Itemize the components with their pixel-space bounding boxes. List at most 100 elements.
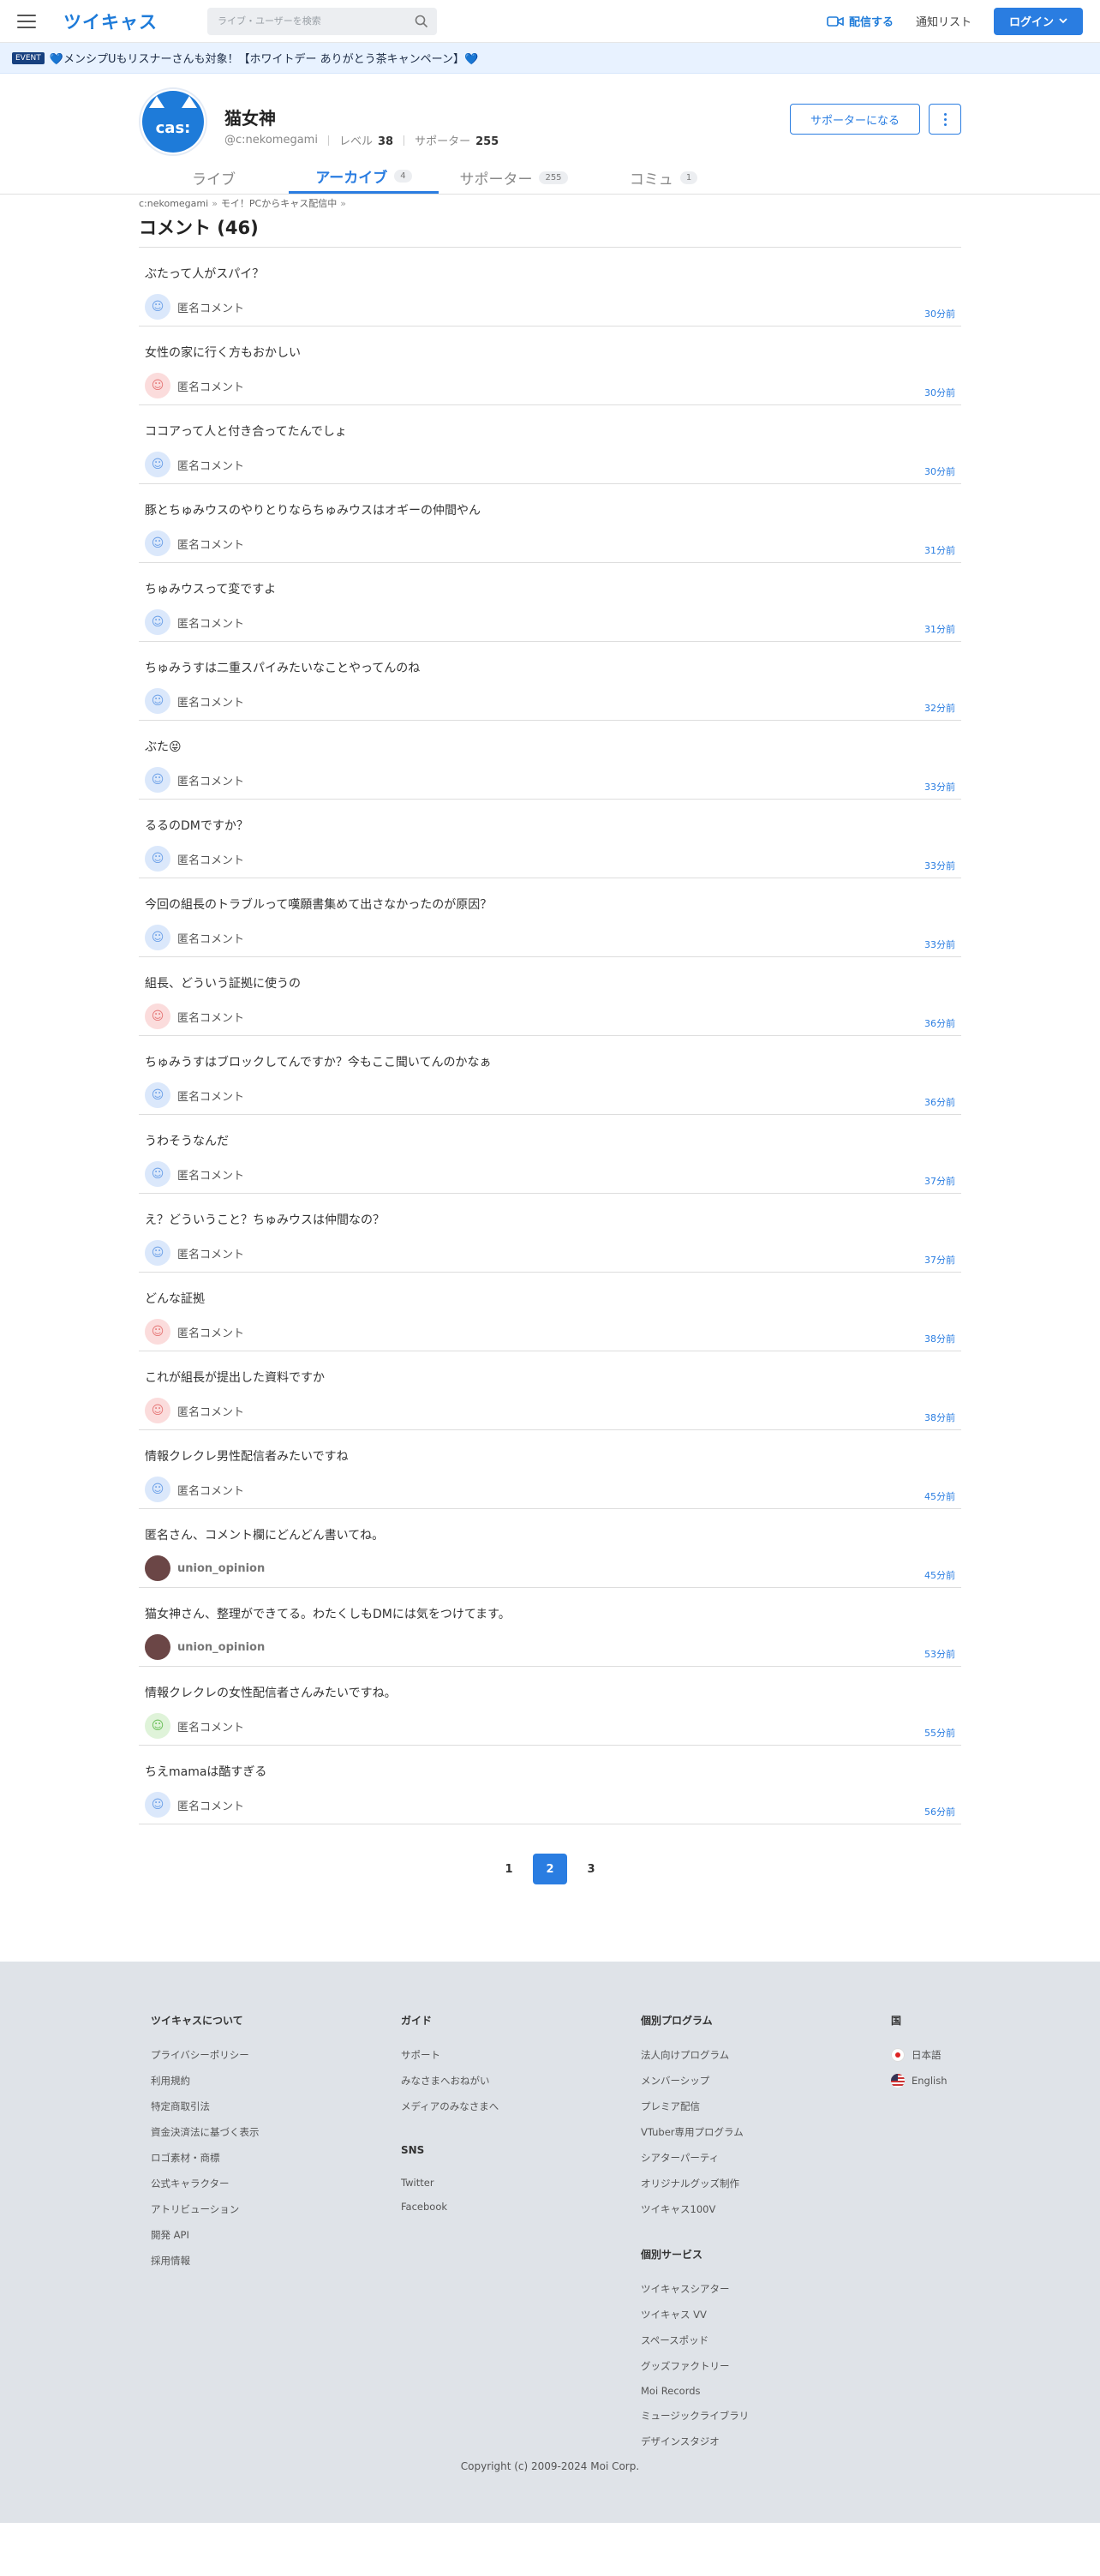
footer-heading: 国 xyxy=(891,2015,902,2027)
language-japanese[interactable]: 日本語 xyxy=(891,2048,948,2062)
comment-time[interactable]: 36分前 xyxy=(924,1016,955,1030)
footer-link[interactable]: メンバーシップ xyxy=(641,2074,749,2088)
comment-user[interactable]: ☺ 匿名コメント xyxy=(145,1003,244,1029)
footer-link[interactable]: サポート xyxy=(401,2048,499,2062)
footer-link[interactable]: プライバシーポリシー xyxy=(151,2048,260,2062)
comment-user[interactable]: ☺ 匿名コメント xyxy=(145,373,244,398)
broadcast-button[interactable]: 配信する xyxy=(827,13,894,29)
tab-live[interactable]: ライブ xyxy=(139,161,289,194)
comment-time[interactable]: 38分前 xyxy=(924,1332,955,1345)
page-3-button[interactable]: 3 xyxy=(574,1854,608,1884)
comment-user[interactable]: ☺ 匿名コメント xyxy=(145,609,244,635)
comment-username: 匿名コメント xyxy=(177,617,245,631)
more-options-icon[interactable] xyxy=(929,104,961,135)
footer-link[interactable]: ミュージックライブラリ xyxy=(641,2409,749,2423)
comment-user[interactable]: ☺ 匿名コメント xyxy=(145,1240,244,1266)
footer-link[interactable]: 資金決済法に基づく表示 xyxy=(151,2125,260,2139)
breadcrumb-movie[interactable]: モイ！PCからキャス配信中 xyxy=(221,196,337,210)
comment-time[interactable]: 36分前 xyxy=(924,1095,955,1109)
tab-supporters[interactable]: サポーター 255 xyxy=(439,161,589,194)
footer-link[interactable]: 採用情報 xyxy=(151,2254,260,2267)
login-button[interactable]: ログイン xyxy=(994,7,1083,35)
comment-time[interactable]: 45分前 xyxy=(924,1489,955,1503)
tab-archive[interactable]: アーカイブ 4 xyxy=(289,161,439,194)
comment-user[interactable]: ☺ 匿名コメント xyxy=(145,1319,244,1345)
comment-time[interactable]: 31分前 xyxy=(924,622,955,636)
footer-link[interactable]: オリジナルグッズ制作 xyxy=(641,2177,749,2190)
footer-link[interactable]: ツイキャスシアター xyxy=(641,2282,749,2296)
comment-time[interactable]: 33分前 xyxy=(924,780,955,794)
footer-link[interactable]: Twitter xyxy=(401,2177,499,2189)
comment-user[interactable]: ☺ 匿名コメント xyxy=(145,1477,244,1502)
tab-community[interactable]: コミュ 1 xyxy=(589,161,738,194)
footer-link[interactable]: ロゴ素材・商標 xyxy=(151,2151,260,2165)
comment-user[interactable]: ☺ 匿名コメント xyxy=(145,1713,244,1739)
comment-user[interactable]: ☺ 匿名コメント xyxy=(145,1161,244,1187)
comment-user[interactable]: ☺ 匿名コメント xyxy=(145,925,244,950)
comment-user[interactable]: ☺ 匿名コメント xyxy=(145,1398,244,1423)
comment-time[interactable]: 32分前 xyxy=(924,701,955,715)
footer-link[interactable]: アトリビューション xyxy=(151,2202,260,2216)
event-banner[interactable]: EVENT 💙メンシプUもリスナーさんも対象！【ホワイトデー ありがとう茶キャン… xyxy=(0,43,1100,74)
footer-link[interactable]: VTuber専用プログラム xyxy=(641,2125,749,2139)
footer-link[interactable]: スペースポッド xyxy=(641,2333,749,2347)
comment-time[interactable]: 37分前 xyxy=(924,1174,955,1188)
comment-user[interactable]: ☺ 匿名コメント xyxy=(145,452,244,477)
footer-link[interactable]: デザインスタジオ xyxy=(641,2435,749,2448)
anonymous-avatar-icon: ☺ xyxy=(145,530,170,556)
footer-link[interactable]: メディアのみなさまへ xyxy=(401,2100,499,2113)
avatar[interactable]: cas: xyxy=(139,87,207,156)
page-1-button[interactable]: 1 xyxy=(492,1854,526,1884)
footer-link[interactable]: グッズファクトリー xyxy=(641,2359,749,2373)
comment-time[interactable]: 37分前 xyxy=(924,1253,955,1267)
comment-user[interactable]: union_opinion xyxy=(145,1555,265,1581)
footer-link[interactable]: 法人向けプログラム xyxy=(641,2048,749,2062)
footer-link[interactable]: 公式キャラクター xyxy=(151,2177,260,2190)
comment-time[interactable]: 30分前 xyxy=(924,386,955,399)
comment-user[interactable]: ☺ 匿名コメント xyxy=(145,846,244,872)
comment-item: どんな証拠 ☺ 匿名コメント 38分前 xyxy=(139,1273,961,1351)
comment-item: ちゅみうすはブロックしてんですか？今もここ聞いてんのかなぁ ☺ 匿名コメント 3… xyxy=(139,1036,961,1115)
footer-link[interactable]: 特定商取引法 xyxy=(151,2100,260,2113)
notification-list-link[interactable]: 通知リスト xyxy=(916,13,971,29)
comment-user[interactable]: ☺ 匿名コメント xyxy=(145,688,244,714)
comment-user[interactable]: ☺ 匿名コメント xyxy=(145,1792,244,1818)
comment-user[interactable]: union_opinion xyxy=(145,1634,265,1660)
footer-link[interactable]: みなさまへおねがい xyxy=(401,2074,499,2088)
comment-user[interactable]: ☺ 匿名コメント xyxy=(145,294,244,320)
footer-link[interactable]: ツイキャス100V xyxy=(641,2202,749,2216)
anonymous-avatar-icon: ☺ xyxy=(145,1398,170,1423)
comment-time[interactable]: 31分前 xyxy=(924,543,955,557)
breadcrumb-user[interactable]: c:nekomegami xyxy=(139,198,208,209)
comment-time[interactable]: 30分前 xyxy=(924,464,955,478)
page-2-button[interactable]: 2 xyxy=(533,1854,567,1884)
comment-user[interactable]: ☺ 匿名コメント xyxy=(145,767,244,793)
comment-time[interactable]: 33分前 xyxy=(924,859,955,872)
anonymous-avatar-icon: ☺ xyxy=(145,846,170,872)
comment-time[interactable]: 38分前 xyxy=(924,1411,955,1424)
footer-link[interactable]: ツイキャス VV xyxy=(641,2308,749,2321)
footer-link[interactable]: Facebook xyxy=(401,2201,499,2213)
footer-link[interactable]: プレミア配信 xyxy=(641,2100,749,2113)
language-english[interactable]: English xyxy=(891,2074,948,2088)
comment-username: 匿名コメント xyxy=(177,1169,245,1183)
search-icon[interactable] xyxy=(415,15,428,28)
comment-time[interactable]: 53分前 xyxy=(924,1647,955,1661)
anonymous-avatar-icon: ☺ xyxy=(145,767,170,793)
comment-user[interactable]: ☺ 匿名コメント xyxy=(145,1082,244,1108)
comment-time[interactable]: 55分前 xyxy=(924,1726,955,1740)
footer-link[interactable]: Moi Records xyxy=(641,2385,749,2397)
footer-link[interactable]: シアターパーティ xyxy=(641,2151,749,2165)
footer-link[interactable]: 利用規約 xyxy=(151,2074,260,2088)
become-supporter-button[interactable]: サポーターになる xyxy=(790,104,920,135)
site-logo[interactable]: ツイキャス xyxy=(63,9,166,34)
comment-user[interactable]: ☺ 匿名コメント xyxy=(145,530,244,556)
search-input[interactable] xyxy=(218,15,415,27)
footer-link[interactable]: 開発 API xyxy=(151,2228,260,2242)
comment-time[interactable]: 45分前 xyxy=(924,1568,955,1582)
menu-icon[interactable] xyxy=(17,14,36,28)
comment-time[interactable]: 33分前 xyxy=(924,938,955,951)
comment-time[interactable]: 56分前 xyxy=(924,1805,955,1818)
comment-time[interactable]: 30分前 xyxy=(924,307,955,321)
us-flag-icon xyxy=(891,2074,905,2088)
